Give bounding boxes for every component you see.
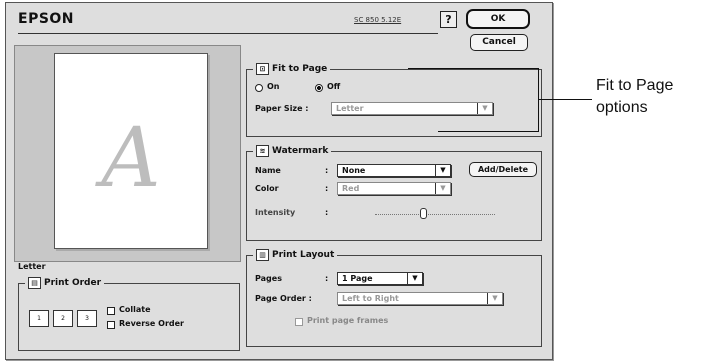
paper-size-select[interactable]: Letter ▼ bbox=[331, 102, 493, 115]
print-layout-icon: ▥ bbox=[256, 249, 269, 261]
page-order-icon-3: 3 bbox=[77, 310, 97, 327]
callout-pointer bbox=[538, 99, 592, 100]
wm-intensity-colon: : bbox=[325, 208, 329, 217]
preview-letter: A bbox=[101, 111, 161, 206]
watermark-name-select[interactable]: None ▼ bbox=[337, 164, 451, 177]
print-layout-title-label: Print Layout bbox=[272, 250, 335, 260]
page-order-icon-2: 2 bbox=[53, 310, 73, 327]
fit-to-page-title-label: Fit to Page bbox=[272, 64, 328, 74]
paper-size-label: Paper Size : bbox=[255, 104, 309, 113]
chevron-down-icon: ▼ bbox=[435, 165, 450, 176]
reverse-order-label: Reverse Order bbox=[119, 319, 184, 328]
cancel-button[interactable]: Cancel bbox=[470, 34, 528, 51]
watermark-group: ≋ Watermark Name : None ▼ Add/Delete Col… bbox=[246, 145, 542, 241]
fit-to-page-title: ⊡ Fit to Page bbox=[253, 63, 331, 75]
callout-line-1: Fit to Page bbox=[596, 77, 674, 94]
intensity-slider-track[interactable] bbox=[375, 214, 495, 215]
pages-colon: : bbox=[325, 274, 329, 283]
watermark-color-select[interactable]: Red ▼ bbox=[337, 182, 451, 195]
version-label: SC 850 5.12E bbox=[354, 16, 402, 24]
wm-name-colon: : bbox=[325, 166, 329, 175]
wm-intensity-label: Intensity bbox=[255, 208, 296, 217]
page-order-icon-1: 1 bbox=[29, 310, 49, 327]
print-order-title-label: Print Order bbox=[44, 278, 102, 288]
print-frames-label: Print page frames bbox=[307, 316, 389, 325]
print-order-title: ▤ Print Order bbox=[25, 277, 105, 289]
reverse-order-checkbox[interactable] bbox=[107, 321, 115, 329]
brand-logo: EPSON bbox=[18, 11, 75, 27]
collate-label: Collate bbox=[119, 305, 151, 314]
callout-bracket-top bbox=[408, 68, 538, 69]
watermark-color-value: Red bbox=[342, 184, 360, 193]
page-order-select[interactable]: Left to Right ▼ bbox=[337, 292, 503, 305]
chevron-down-icon: ▼ bbox=[435, 183, 450, 194]
fit-to-page-group: ⊡ Fit to Page On Off Paper Size : Letter… bbox=[246, 63, 542, 137]
print-layout-group: ▥ Print Layout Pages : 1 Page ▼ Page Ord… bbox=[246, 249, 542, 347]
callout-bracket-vertical bbox=[538, 68, 539, 132]
preview-paper-label: Letter bbox=[18, 262, 46, 271]
collate-checkbox[interactable] bbox=[107, 307, 115, 315]
callout-line-2: options bbox=[596, 99, 648, 116]
chevron-down-icon: ▼ bbox=[407, 273, 422, 284]
add-delete-button[interactable]: Add/Delete bbox=[469, 162, 537, 177]
print-frames-checkbox[interactable] bbox=[295, 318, 303, 326]
fit-on-label: On bbox=[267, 82, 280, 91]
ok-button[interactable]: OK bbox=[466, 9, 530, 29]
intensity-slider-knob[interactable] bbox=[420, 208, 427, 219]
print-options-dialog: EPSON SC 850 5.12E ? OK Cancel A Letter … bbox=[5, 2, 553, 360]
pages-value: 1 Page bbox=[342, 274, 373, 283]
help-button[interactable]: ? bbox=[440, 11, 457, 28]
fit-off-radio[interactable] bbox=[315, 84, 323, 92]
watermark-title: ≋ Watermark bbox=[253, 145, 332, 157]
fit-off-label: Off bbox=[327, 82, 341, 91]
wm-color-label: Color bbox=[255, 184, 279, 193]
callout-text: Fit to Page options bbox=[596, 75, 673, 119]
chevron-down-icon: ▼ bbox=[477, 103, 492, 114]
pages-label: Pages bbox=[255, 274, 282, 283]
print-order-group: ▤ Print Order 1 2 3 Collate Reverse Orde… bbox=[18, 277, 240, 351]
paper-size-value: Letter bbox=[336, 104, 364, 113]
watermark-icon: ≋ bbox=[256, 145, 269, 157]
callout-bracket-bottom bbox=[438, 131, 538, 132]
wm-color-colon: : bbox=[325, 184, 329, 193]
fit-on-radio[interactable] bbox=[255, 84, 263, 92]
pages-select[interactable]: 1 Page ▼ bbox=[337, 272, 423, 285]
watermark-name-value: None bbox=[342, 166, 366, 175]
wm-name-label: Name bbox=[255, 166, 281, 175]
print-layout-title: ▥ Print Layout bbox=[253, 249, 338, 261]
fit-to-page-icon: ⊡ bbox=[256, 63, 269, 75]
page-order-label: Page Order : bbox=[255, 294, 312, 303]
print-order-icon: ▤ bbox=[28, 277, 41, 289]
watermark-title-label: Watermark bbox=[272, 146, 329, 156]
page-order-value: Left to Right bbox=[342, 294, 399, 303]
chevron-down-icon: ▼ bbox=[487, 293, 502, 304]
title-rule bbox=[18, 33, 438, 34]
